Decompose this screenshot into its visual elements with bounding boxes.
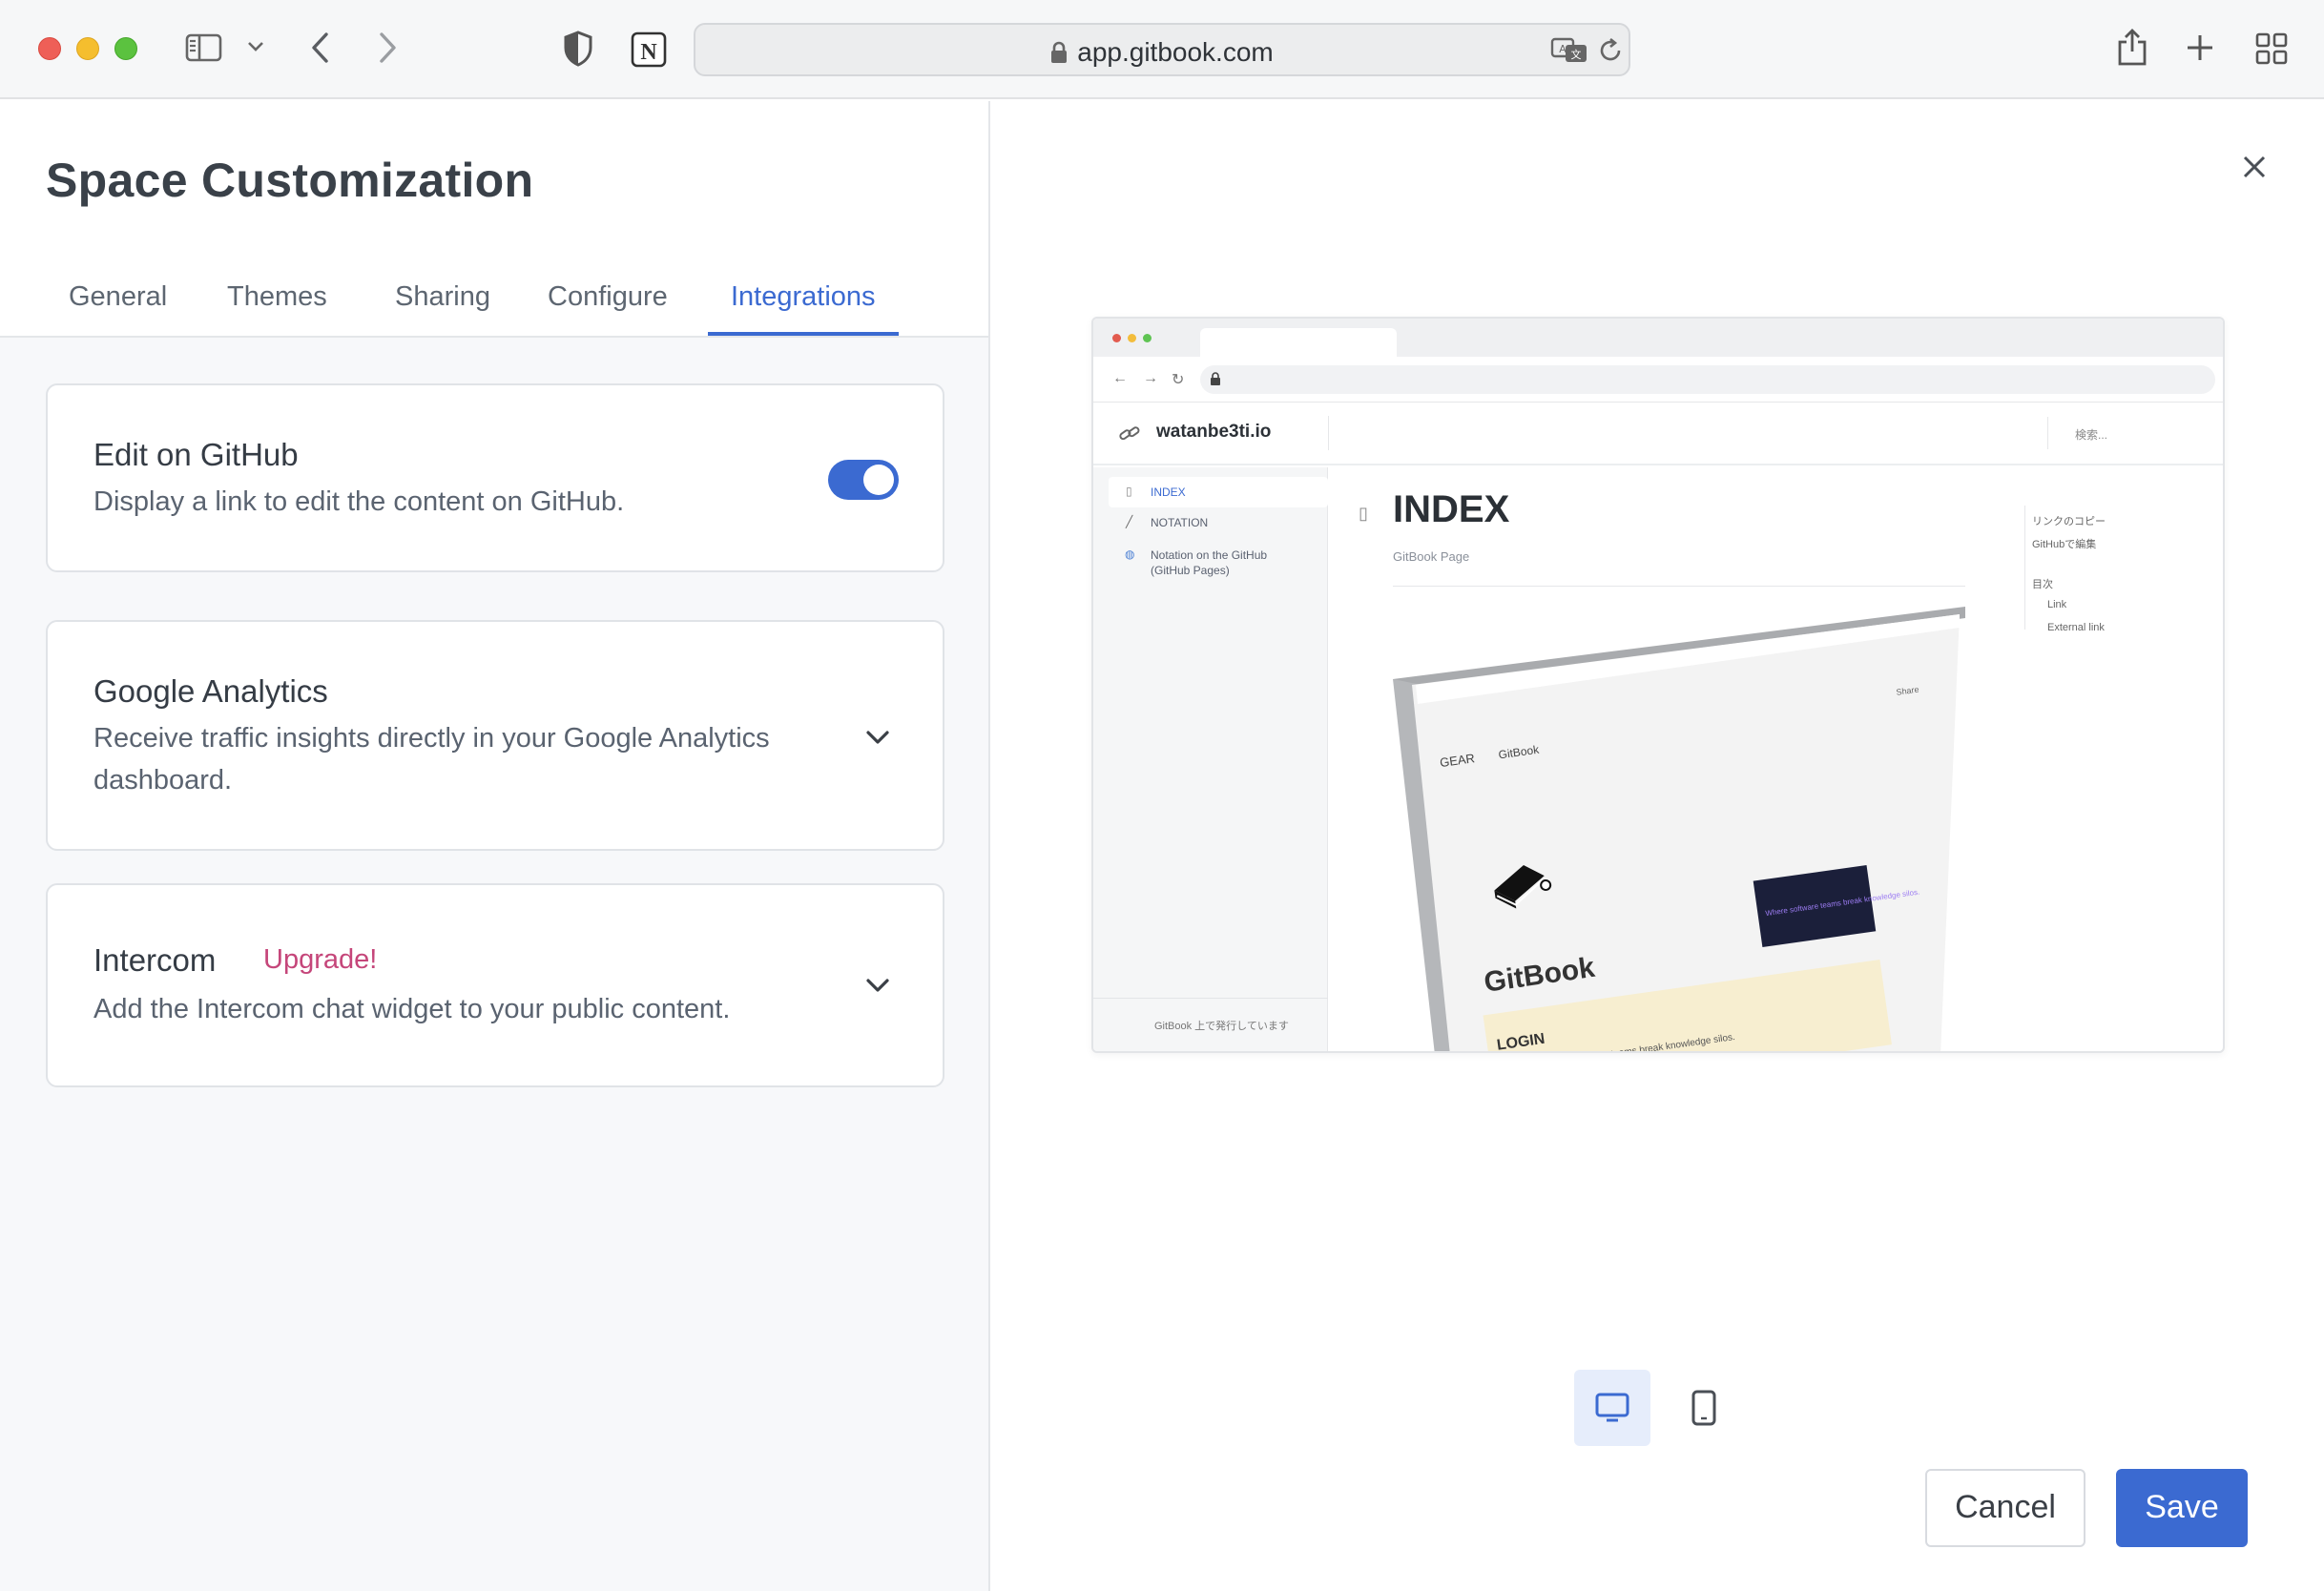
card-description: Add the Intercom chat widget to your pub… [93, 994, 731, 1024]
save-button[interactable]: Save [2116, 1469, 2248, 1547]
sidebar-icon[interactable] [185, 32, 223, 63]
preview-address-bar [1200, 365, 2215, 394]
integration-card-google-analytics[interactable]: Google Analytics Receive traffic insight… [46, 620, 944, 851]
tablet-view-button[interactable] [1666, 1370, 1742, 1446]
preview-search-placeholder: 検索... [2075, 428, 2108, 442]
preview-dot [1128, 334, 1136, 342]
svg-text:A: A [1559, 43, 1567, 55]
preview-rule [1393, 586, 1965, 587]
browser-toolbar: N app.gitbook.com A文 [0, 0, 2324, 99]
preview-sidebar-item: Notation on the GitHub [1151, 548, 1268, 562]
back-icon[interactable] [309, 31, 332, 65]
tab-sharing[interactable]: Sharing [372, 277, 513, 336]
integration-card-intercom[interactable]: Intercom Upgrade! Add the Intercom chat … [46, 883, 944, 1087]
lock-icon [1210, 371, 1221, 391]
preview-sidebar-item: INDEX [1151, 486, 1186, 499]
zoom-window-button[interactable] [114, 37, 137, 60]
card-description: Display a link to edit the content on Gi… [93, 486, 625, 517]
close-window-button[interactable] [38, 37, 61, 60]
preview-sidebar-item: NOTATION [1151, 516, 1209, 529]
preview-header: watanbe3ti.io 検索... [1093, 403, 2223, 465]
preview-sidebar-item: (GitHub Pages) [1151, 564, 1230, 577]
preview-toc-item: Link [2047, 599, 2067, 610]
panel-header: Space Customization General Themes Shari… [0, 101, 988, 338]
tablet-icon [1691, 1389, 1717, 1432]
card-title: Intercom [93, 942, 217, 978]
globe-icon: ◍ [1125, 548, 1135, 561]
new-tab-icon[interactable] [2185, 32, 2215, 63]
translate-icon[interactable]: A文 [1550, 36, 1588, 65]
chevron-down-icon[interactable] [864, 729, 891, 751]
page-icon: ▯ [1126, 485, 1132, 498]
back-icon: ← [1112, 370, 1128, 386]
preview-screenshot-image: GEAR GitBook Share GitBook LOGIN GitBook… [1393, 607, 1965, 1051]
upgrade-badge[interactable]: Upgrade! [263, 944, 377, 976]
preview-toc-rule [2024, 506, 2025, 630]
reload-icon: ↻ [1172, 372, 1185, 388]
preview-toc-item: GitHubで編集 [2032, 539, 2097, 550]
tab-configure[interactable]: Configure [525, 277, 691, 336]
chevron-down-icon[interactable] [864, 977, 891, 999]
cancel-button[interactable]: Cancel [1925, 1469, 2085, 1547]
preview-toc-item: 目次 [2032, 579, 2053, 590]
notion-icon[interactable]: N [630, 31, 668, 69]
tab-overview-icon[interactable] [2255, 32, 2288, 65]
preview-footer: GitBook 上で発行しています [1093, 998, 1328, 1051]
customization-panel: Space Customization General Themes Shari… [0, 101, 990, 1591]
close-icon[interactable] [2240, 153, 2269, 186]
link-icon [1118, 424, 1141, 449]
edit-on-github-toggle[interactable] [828, 460, 899, 500]
tab-general[interactable]: General [46, 277, 190, 336]
preview-tab [1200, 328, 1397, 357]
share-icon[interactable] [2116, 27, 2148, 67]
preview-tabbar [1093, 319, 2223, 357]
preview-dot [1112, 334, 1121, 342]
preview-toc-item: リンクのコピー [2032, 516, 2106, 527]
page-icon: ▯ [1359, 504, 1368, 523]
card-description: Receive traffic insights directly in you… [93, 723, 770, 796]
desktop-view-button[interactable] [1574, 1370, 1650, 1446]
preview-nav: ← → ↻ [1093, 357, 2223, 403]
preview-subheading: GitBook Page [1393, 549, 1470, 564]
card-title: Edit on GitHub [93, 437, 299, 472]
shield-icon[interactable] [563, 31, 593, 67]
url-label: app.gitbook.com [1077, 37, 1274, 67]
preview-site-name: watanbe3ti.io [1156, 422, 1272, 442]
url-text[interactable]: app.gitbook.com [695, 37, 1629, 71]
address-bar[interactable]: app.gitbook.com A文 [694, 23, 1630, 76]
preview-dot [1143, 334, 1152, 342]
chevron-down-icon[interactable] [246, 40, 265, 53]
page-title: Space Customization [46, 154, 534, 207]
pencil-icon: ╱ [1126, 515, 1133, 528]
card-title: Google Analytics [93, 673, 328, 709]
preview-sidebar: ▯ INDEX ╱ NOTATION ◍ Notation on the Git… [1093, 467, 1328, 1051]
preview-heading: INDEX [1393, 488, 1510, 530]
svg-text:文: 文 [1571, 48, 1582, 61]
tab-integrations[interactable]: Integrations [708, 277, 899, 336]
preview-toc-item: External link [2047, 622, 2105, 633]
preview-footer-text: GitBook 上で発行しています [1154, 1021, 1289, 1032]
minimize-window-button[interactable] [76, 37, 99, 60]
toggle-knob [863, 465, 894, 495]
site-preview: ← → ↻ watanbe3ti.io 検索... ▯ INDEX ╱ NOTA… [1091, 317, 2225, 1053]
reload-icon[interactable] [1596, 36, 1625, 65]
forward-icon[interactable] [376, 31, 399, 65]
integration-card-github: Edit on GitHub Display a link to edit th… [46, 383, 944, 572]
svg-text:N: N [640, 40, 657, 65]
preview-divider [1328, 416, 1329, 450]
preview-sidebar-active [1109, 477, 1328, 507]
desktop-icon [1595, 1393, 1629, 1428]
preview-search: 検索... [2047, 417, 2215, 449]
forward-icon: → [1143, 370, 1158, 386]
tab-themes[interactable]: Themes [204, 277, 350, 336]
lock-icon [1050, 40, 1068, 71]
